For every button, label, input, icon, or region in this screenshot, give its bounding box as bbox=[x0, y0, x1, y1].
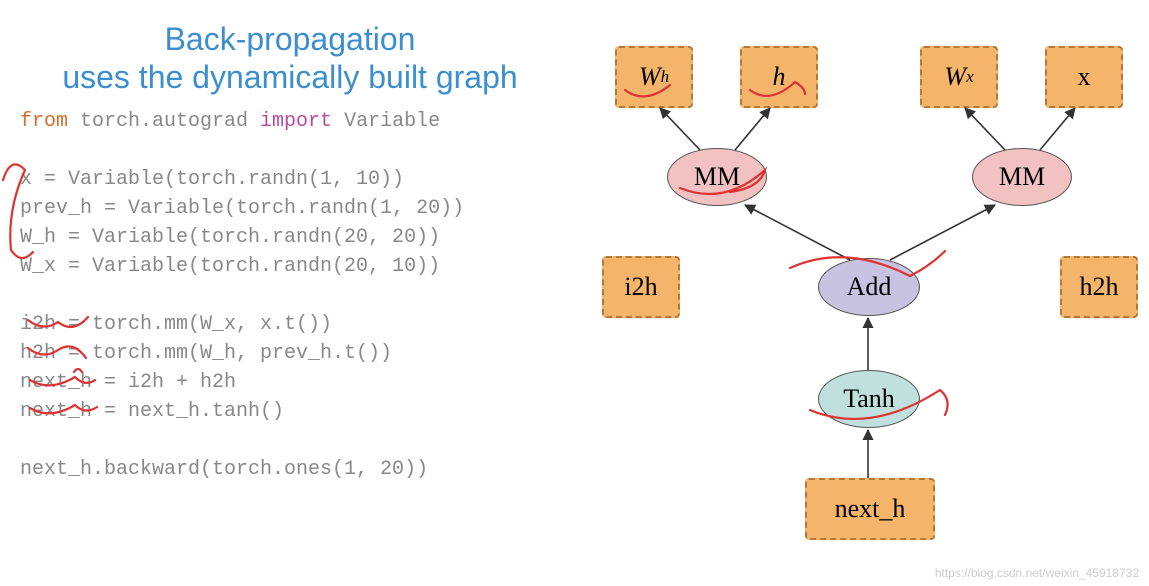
code-l4: prev_h = Variable(torch.randn(1, 20)) bbox=[20, 197, 464, 220]
Wh-main: W bbox=[639, 62, 661, 92]
mm2-label: MM bbox=[999, 162, 1045, 192]
watermark: https://blog.csdn.net/weixin_45918732 bbox=[935, 566, 1139, 580]
node-i2h: i2h bbox=[602, 256, 680, 318]
code-l3: x = Variable(torch.randn(1, 10)) bbox=[20, 168, 404, 191]
code-l8: i2h = torch.mm(W_x, x.t()) bbox=[20, 313, 332, 336]
node-Wx: Wx bbox=[920, 46, 998, 108]
code-l10: next_h = i2h + h2h bbox=[20, 371, 236, 394]
h2h-label: h2h bbox=[1080, 272, 1119, 302]
h-label: h bbox=[773, 62, 786, 92]
Wx-main: W bbox=[944, 62, 966, 92]
title-line-1: Back-propagation bbox=[165, 21, 416, 57]
node-tanh: Tanh bbox=[818, 370, 920, 428]
tanh-label: Tanh bbox=[843, 384, 895, 414]
x-label: x bbox=[1078, 62, 1091, 92]
node-next-h: next_h bbox=[805, 478, 935, 540]
code-l6: W_x = Variable(torch.randn(20, 10)) bbox=[20, 255, 440, 278]
code-l9: h2h = torch.mm(W_h, prev_h.t()) bbox=[20, 342, 392, 365]
nexth-label: next_h bbox=[835, 494, 906, 524]
Wx-sub: x bbox=[966, 67, 974, 87]
code-l11: next_h = next_h.tanh() bbox=[20, 400, 284, 423]
title-line-2: uses the dynamically built graph bbox=[62, 59, 517, 95]
node-Wh: Wh bbox=[615, 46, 693, 108]
code-l13: next_h.backward(torch.ones(1, 20)) bbox=[20, 458, 428, 481]
add-label: Add bbox=[847, 272, 892, 302]
code-t2: Variable bbox=[332, 110, 440, 133]
left-panel: Back-propagation uses the dynamically bu… bbox=[0, 0, 560, 586]
diagram-panel: Wh h Wx x MM MM i2h Add h2h Tanh bbox=[560, 0, 1149, 586]
code-block: from torch.autograd import Variable x = … bbox=[20, 107, 560, 484]
code-l5: W_h = Variable(torch.randn(20, 20)) bbox=[20, 226, 440, 249]
i2h-label: i2h bbox=[624, 272, 657, 302]
mm1-label: MM bbox=[694, 162, 740, 192]
code-t1: torch.autograd bbox=[68, 110, 260, 133]
node-mm-right: MM bbox=[972, 148, 1072, 206]
slide-title: Back-propagation uses the dynamically bu… bbox=[20, 20, 560, 97]
kw-from: from bbox=[20, 110, 68, 133]
kw-import: import bbox=[260, 110, 332, 133]
node-x: x bbox=[1045, 46, 1123, 108]
node-h: h bbox=[740, 46, 818, 108]
node-mm-left: MM bbox=[667, 148, 767, 206]
node-add: Add bbox=[818, 258, 920, 316]
node-h2h: h2h bbox=[1060, 256, 1138, 318]
Wh-sub: h bbox=[661, 67, 670, 87]
